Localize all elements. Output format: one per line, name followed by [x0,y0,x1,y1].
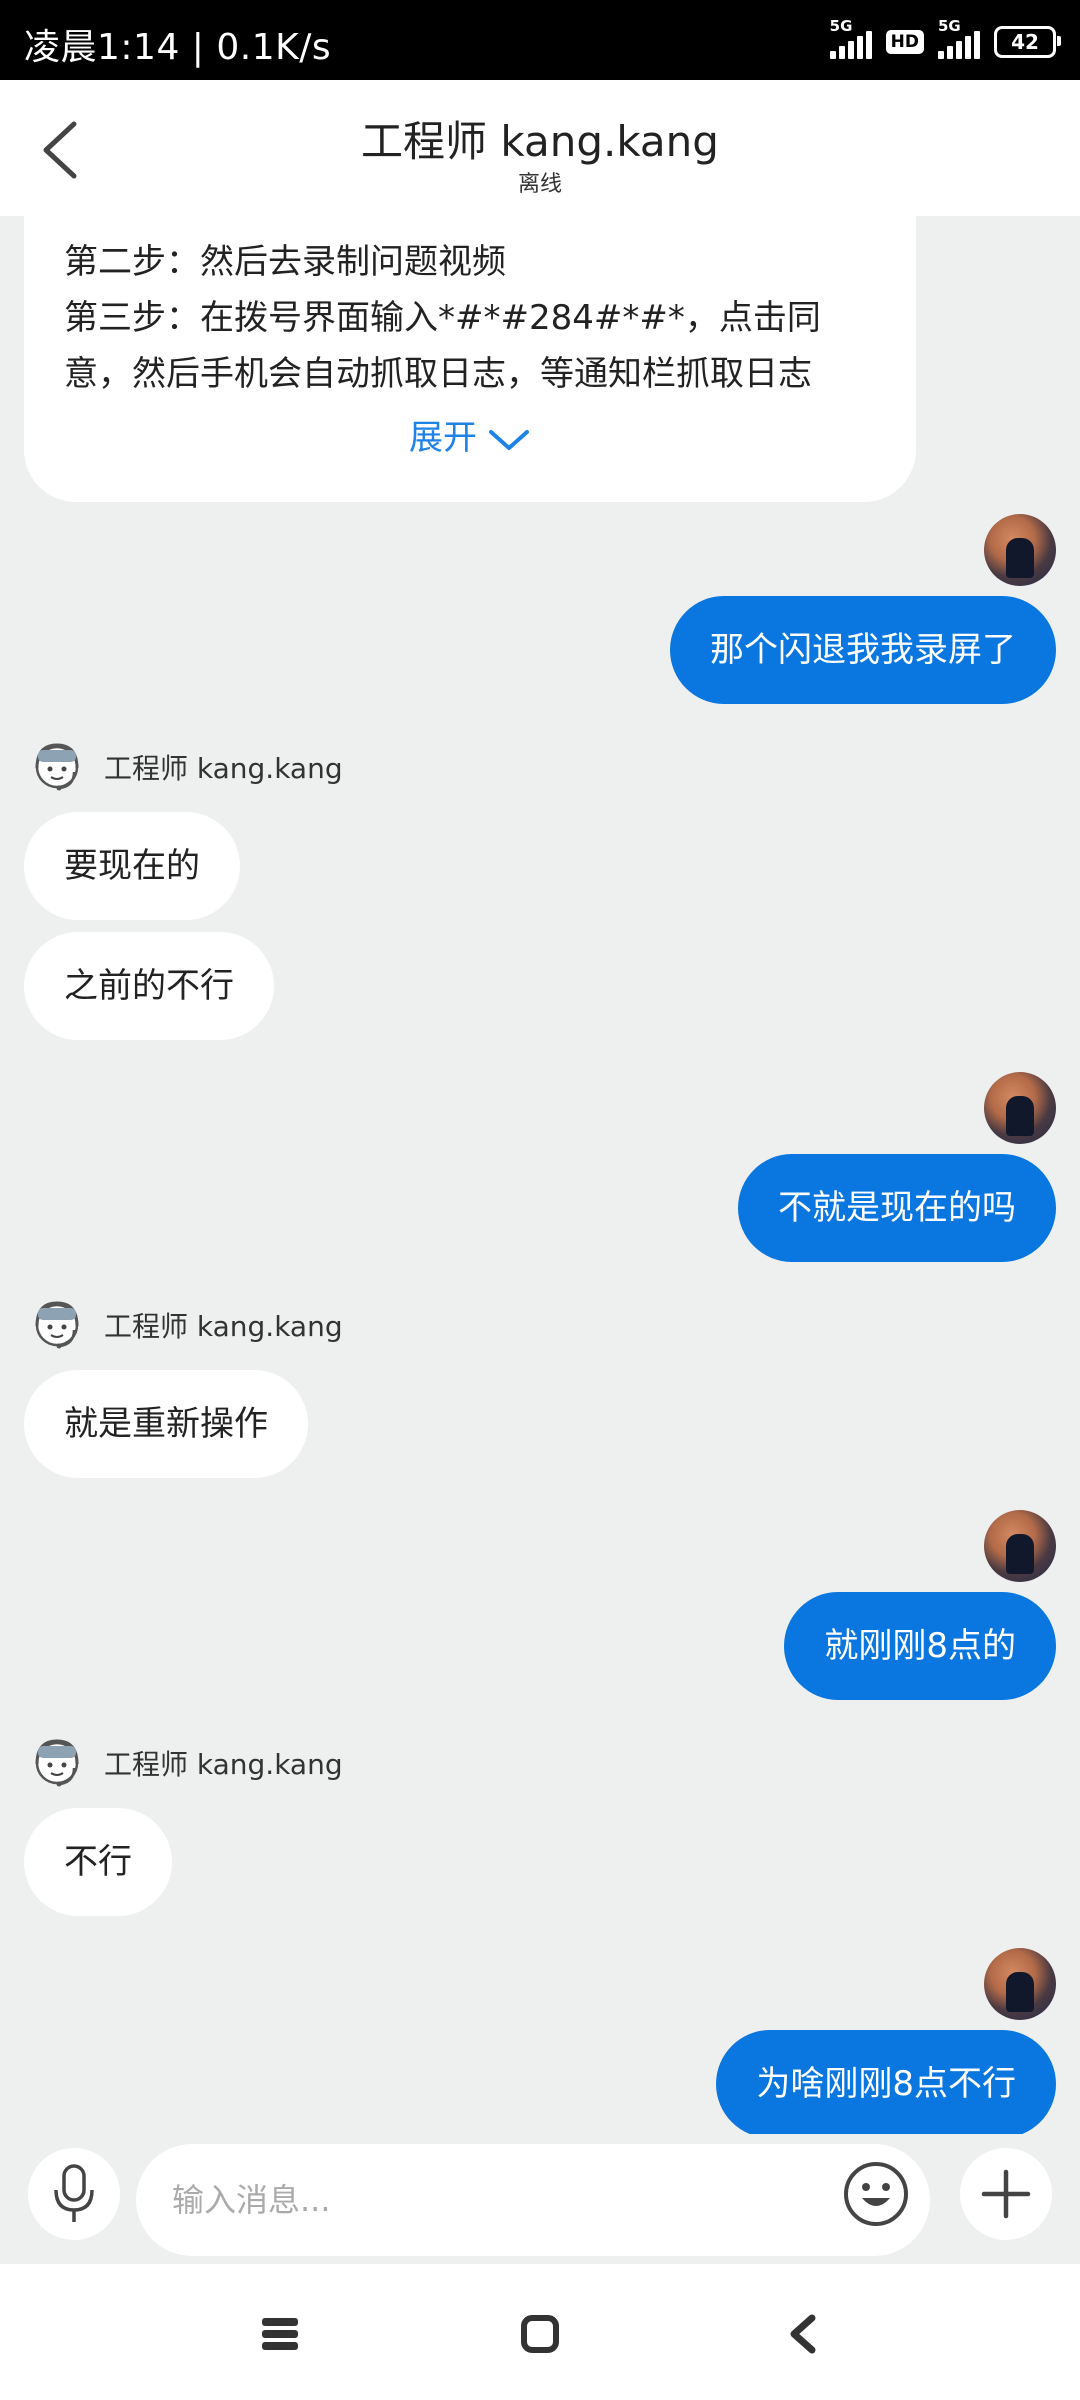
engineer-avatar-icon[interactable] [24,1292,90,1358]
more-button[interactable] [960,2148,1052,2240]
engineer-sender-row: 工程师 kang.kang [24,1290,343,1360]
microphone-icon [54,2164,94,2222]
engineer-sender-row: 工程师 kang.kang [24,1728,343,1798]
my-message-bubble[interactable]: 为啥刚刚8点不行 [716,2030,1056,2134]
my-message-bubble[interactable]: 不就是现在的吗 [738,1154,1056,1262]
plus-icon [981,2169,1031,2219]
emoji-button[interactable] [842,2160,910,2228]
status-time-speed: 凌晨1:14 | 0.1K/s [24,27,332,68]
engineer-message-bubble[interactable]: 不行 [24,1808,172,1916]
expand-button[interactable]: 展开 [24,410,916,459]
system-nav-bar [0,2264,1080,2400]
engineer-name: 工程师 kang.kang [104,1310,343,1343]
home-button[interactable] [510,2304,570,2364]
chat-title: 工程师 kang.kang [361,117,719,166]
instruction-card: 第二步：然后去录制问题视频 第三步：在拨号界面输入*#*#284#*#*，点击同… [24,216,916,502]
my-avatar[interactable] [984,1072,1056,1144]
voice-button[interactable] [28,2148,120,2240]
engineer-avatar-icon[interactable] [24,1730,90,1796]
system-back-button[interactable] [774,2304,834,2364]
instruction-line: 第三步：在拨号界面输入*#*#284#*#*，点击同 [64,298,821,338]
home-square-icon [521,2315,559,2353]
signal-sim1-icon: 5G [829,17,872,59]
engineer-name: 工程师 kang.kang [104,1748,343,1781]
input-bar [0,2134,1080,2264]
sim1-tag: 5G [829,17,853,35]
my-message-bubble[interactable]: 就刚刚8点的 [784,1592,1056,1700]
engineer-message-bubble[interactable]: 要现在的 [24,812,240,920]
engineer-message-bubble[interactable]: 之前的不行 [24,932,274,1040]
message-input[interactable] [136,2144,930,2256]
chat-header: 工程师 kang.kang 离线 [0,80,1080,216]
smiley-icon [844,2162,908,2226]
engineer-avatar-icon[interactable] [24,734,90,800]
my-avatar[interactable] [984,1510,1056,1582]
engineer-name: 工程师 kang.kang [104,752,343,785]
chat-status: 离线 [517,172,562,197]
battery-level: 42 [1011,30,1039,54]
chevron-down-icon [489,429,529,450]
signal-sim2-icon: 5G [938,17,980,59]
status-bar: 凌晨1:14 | 0.1K/s 5G HD 5G 42 [0,0,1080,80]
recent-apps-button[interactable] [250,2304,310,2364]
engineer-message-bubble[interactable]: 就是重新操作 [24,1370,308,1478]
back-triangle-icon [790,2314,816,2354]
engineer-sender-row: 工程师 kang.kang [24,732,343,802]
status-icons: 5G HD 5G 42 [829,17,1061,64]
expand-label: 展开 [409,418,477,458]
my-avatar[interactable] [984,1948,1056,2020]
instruction-line: 意，然后手机会自动抓取日志，等通知栏抓取日志 [64,354,812,394]
sim2-tag: 5G [938,17,961,35]
hd-badge: HD [885,30,924,54]
my-avatar[interactable] [984,514,1056,586]
instruction-line: 第二步：然后去录制问题视频 [64,242,506,282]
menu-icon [262,2318,298,2350]
my-message-bubble[interactable]: 那个闪退我我录屏了 [670,596,1056,704]
battery-icon: 42 [994,26,1061,58]
message-list[interactable]: 第二步：然后去录制问题视频 第三步：在拨号界面输入*#*#284#*#*，点击同… [0,216,1080,2134]
